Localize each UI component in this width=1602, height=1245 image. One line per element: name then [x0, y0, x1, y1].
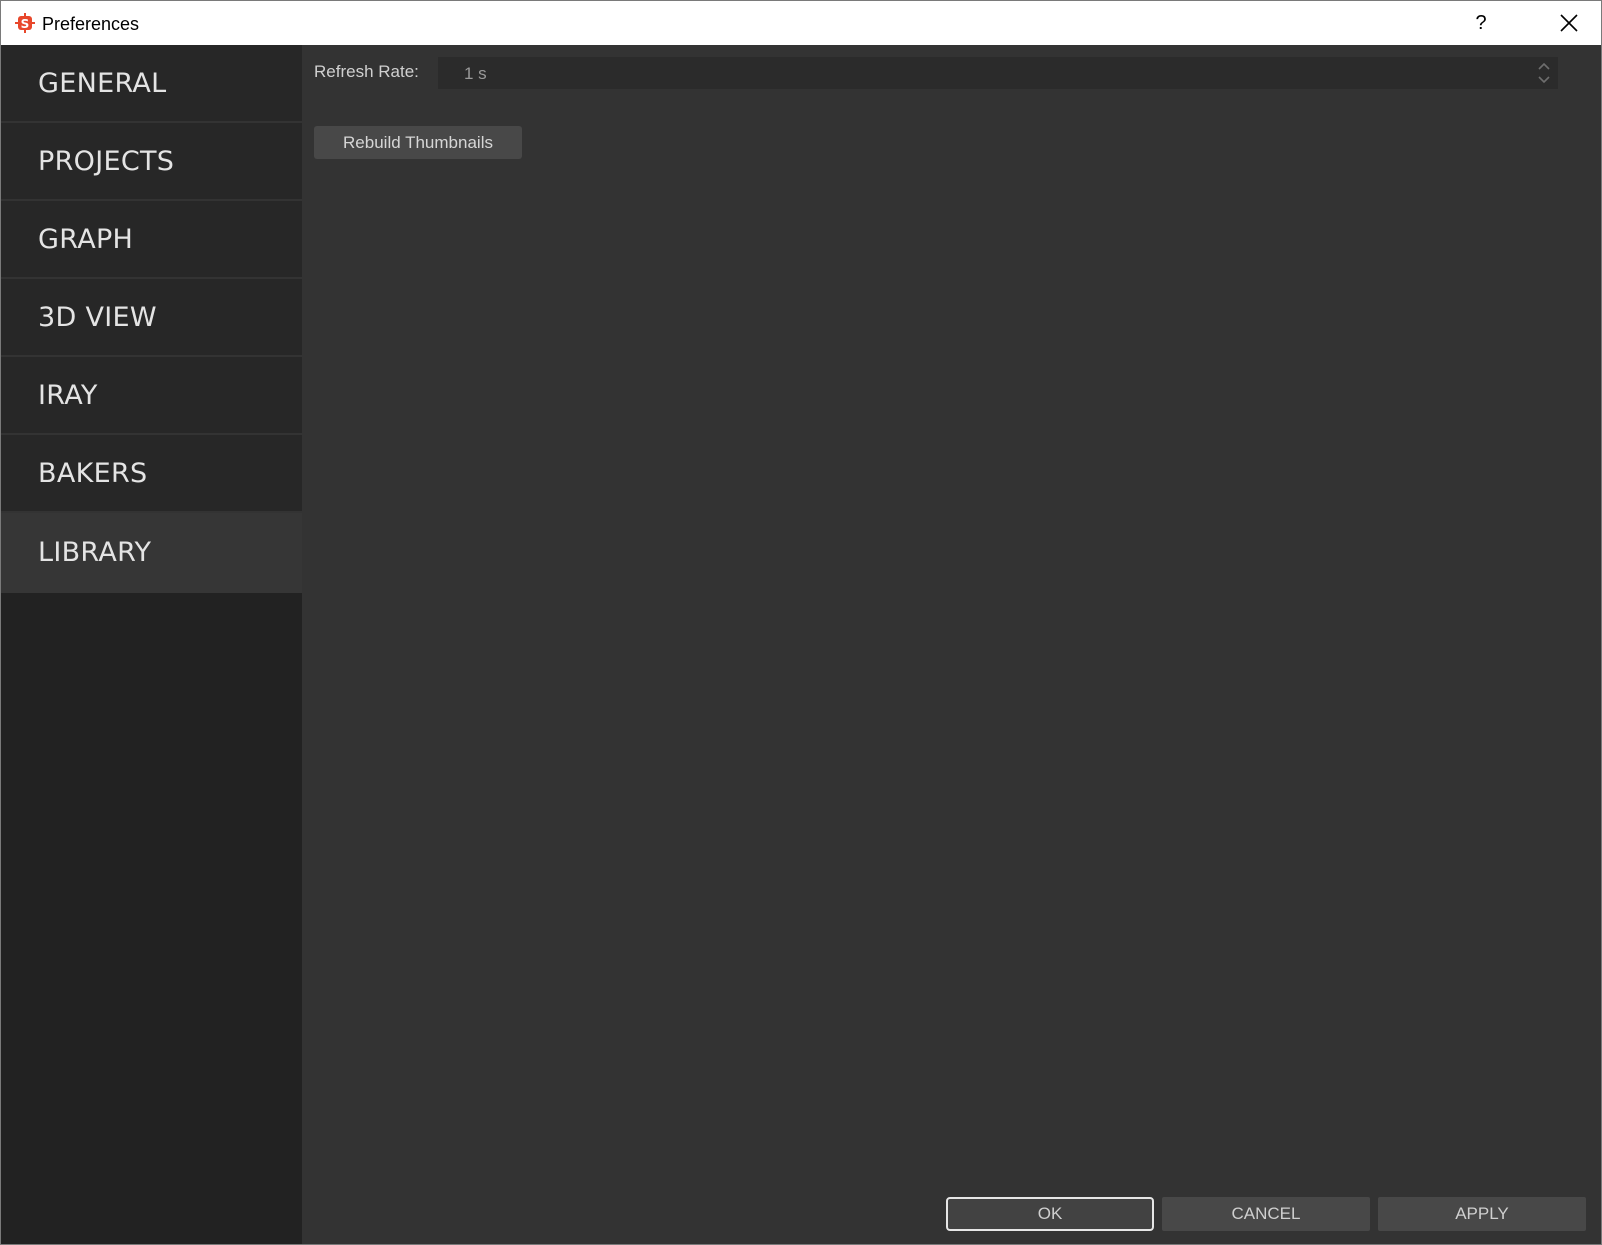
sidebar-item-label: BAKERS: [38, 458, 148, 489]
sidebar-item-label: 3D VIEW: [38, 302, 157, 333]
ok-button[interactable]: OK: [946, 1197, 1154, 1231]
help-button[interactable]: ?: [1461, 7, 1501, 39]
sidebar-item-label: IRAY: [38, 380, 98, 411]
sidebar-item-graph[interactable]: GRAPH: [1, 201, 302, 279]
apply-button[interactable]: APPLY: [1378, 1197, 1586, 1231]
window-title: Preferences: [42, 14, 140, 34]
cancel-button[interactable]: CANCEL: [1162, 1197, 1370, 1231]
sidebar-item-iray[interactable]: IRAY: [1, 357, 302, 435]
sidebar-item-library[interactable]: LIBRARY: [1, 513, 302, 593]
close-icon: [1560, 14, 1578, 32]
preferences-window: S Preferences ? GENERAL PROJECTS GRAPH 3…: [0, 0, 1602, 1245]
svg-text:S: S: [21, 17, 30, 31]
sidebar-item-bakers[interactable]: BAKERS: [1, 435, 302, 513]
title-bar: S Preferences ?: [1, 1, 1601, 45]
sidebar-item-label: GRAPH: [38, 224, 134, 255]
preferences-sidebar: GENERAL PROJECTS GRAPH 3D VIEW IRAY BAKE…: [1, 45, 302, 1244]
substance-logo-icon: S: [14, 12, 36, 34]
sidebar-item-label: GENERAL: [38, 68, 167, 99]
refresh-rate-value: 1 s: [464, 64, 487, 83]
sidebar-item-projects[interactable]: PROJECTS: [1, 123, 302, 201]
sidebar-item-general[interactable]: GENERAL: [1, 45, 302, 123]
library-settings-panel: Refresh Rate: 1 s Rebuild Thumbnails: [302, 45, 1601, 1244]
refresh-rate-label: Refresh Rate:: [314, 62, 419, 81]
sidebar-item-label: LIBRARY: [38, 537, 152, 568]
rebuild-thumbnails-button[interactable]: Rebuild Thumbnails: [314, 126, 522, 159]
sidebar-item-label: PROJECTS: [38, 146, 175, 177]
sidebar-item-3d-view[interactable]: 3D VIEW: [1, 279, 302, 357]
refresh-rate-spinbox[interactable]: 1 s: [438, 57, 1558, 89]
close-button[interactable]: [1549, 7, 1589, 39]
spin-arrows-icon[interactable]: [1536, 60, 1552, 86]
